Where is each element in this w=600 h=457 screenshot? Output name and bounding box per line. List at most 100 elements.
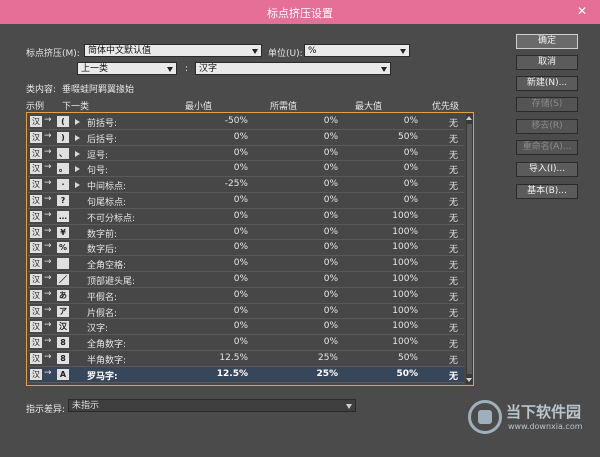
priority-value[interactable]: 无 (428, 163, 458, 176)
table-row[interactable]: 汉→|行尾:0%0%0%2 (28, 383, 464, 385)
priority-value[interactable]: 无 (428, 337, 458, 350)
priority-value[interactable]: 无 (428, 227, 458, 240)
scroll-down-icon[interactable] (466, 378, 472, 382)
priority-value[interactable]: 无 (428, 353, 458, 366)
min-value[interactable]: 0% (183, 163, 248, 173)
class2-select[interactable]: 汉字 (195, 62, 391, 75)
required-value[interactable]: 0% (273, 211, 338, 221)
expand-triangle-icon[interactable] (75, 150, 80, 157)
priority-value[interactable]: 无 (428, 179, 458, 192)
expand-triangle-icon[interactable] (75, 182, 80, 189)
priority-value[interactable]: 无 (428, 290, 458, 303)
max-value[interactable]: 100% (353, 227, 418, 237)
table-row[interactable]: 汉 → ／ 顶部避头尾: 0% 0% 100% 无 (28, 272, 464, 288)
max-value[interactable]: 0% (353, 163, 418, 173)
min-value[interactable]: 0% (183, 274, 248, 284)
min-value[interactable]: 0% (183, 211, 248, 221)
max-value[interactable]: 100% (353, 242, 418, 252)
cancel-button[interactable]: 取消 (516, 55, 578, 70)
table-row[interactable]: 汉 → ¥ 数字前: 0% 0% 100% 无 (28, 225, 464, 241)
required-value[interactable]: 0% (273, 306, 338, 316)
priority-value[interactable]: 无 (428, 321, 458, 334)
required-value[interactable]: 0% (273, 290, 338, 300)
priority-value[interactable]: 无 (428, 258, 458, 271)
unit-select[interactable]: % (304, 44, 410, 57)
required-value[interactable]: 0% (273, 274, 338, 284)
max-value[interactable]: 0% (353, 179, 418, 189)
priority-value[interactable]: 无 (428, 195, 458, 208)
table-row[interactable]: 汉 → 全角空格: 0% 0% 100% 无 (28, 256, 464, 272)
required-value[interactable]: 0% (273, 116, 338, 126)
table-row[interactable]: 汉 →% 数字后: 0% 0% 100% 无 (28, 240, 464, 257)
required-value[interactable]: 0% (273, 227, 338, 237)
import-button[interactable]: 导入(I)... (516, 162, 578, 177)
required-value[interactable]: 0% (273, 195, 338, 205)
max-value[interactable]: 100% (353, 321, 418, 331)
priority-value[interactable]: 无 (428, 274, 458, 287)
indicator-select[interactable]: 未指示 (68, 399, 356, 412)
min-value[interactable]: 0% (183, 258, 248, 268)
table-row[interactable]: 汉 → · 中间标点: -25% 0% 0% 无 (28, 177, 464, 193)
max-value[interactable]: 100% (353, 258, 418, 268)
max-value[interactable]: 50% (353, 132, 418, 142)
scroll-up-icon[interactable] (466, 116, 472, 120)
table-row[interactable]: 汉 →? 句尾标点: 0% 0% 0% 无 (28, 193, 464, 209)
mojikumi-select[interactable]: 简体中文默认值 (84, 44, 262, 57)
table-row[interactable]: 汉 → 汉汉字: 0% 0% 100% 无 (28, 319, 464, 336)
table-row[interactable]: 汉 → … 不可分标点: 0% 0% 100% 无 (28, 209, 464, 225)
priority-value[interactable]: 无 (428, 148, 458, 161)
table-row[interactable]: 汉 → A 罗马字: 12.5% 25% 50% 无 (28, 366, 464, 383)
rename-button[interactable]: 重命名(A)... (516, 140, 578, 155)
min-value[interactable]: -50% (183, 116, 248, 126)
expand-triangle-icon[interactable] (75, 166, 80, 173)
expand-triangle-icon[interactable] (75, 134, 80, 141)
required-value[interactable]: 0% (273, 242, 338, 252)
required-value[interactable]: 25% (273, 353, 338, 363)
min-value[interactable]: 0% (183, 132, 248, 142)
scroll-thumb[interactable] (467, 124, 472, 374)
max-value[interactable]: 100% (353, 290, 418, 300)
priority-value[interactable]: 无 (428, 242, 458, 255)
table-row[interactable]: 汉 → 8 半角数字: 12.5% 25% 50% 无 (28, 351, 464, 367)
min-value[interactable]: 0% (183, 321, 248, 331)
priority-value[interactable]: 无 (428, 116, 458, 129)
max-value[interactable]: 0% (353, 148, 418, 158)
min-value[interactable]: 0% (183, 290, 248, 300)
required-value[interactable]: 25% (273, 369, 338, 379)
max-value[interactable]: 100% (353, 274, 418, 284)
min-value[interactable]: 0% (183, 242, 248, 252)
max-value[interactable]: 100% (353, 211, 418, 221)
remove-button[interactable]: 移去(R) (516, 119, 578, 134)
required-value[interactable]: 0% (273, 148, 338, 158)
min-value[interactable]: 0% (183, 306, 248, 316)
max-value[interactable]: 0% (353, 195, 418, 205)
min-value[interactable]: 0% (183, 148, 248, 158)
priority-value[interactable]: 无 (428, 211, 458, 224)
required-value[interactable]: 0% (273, 163, 338, 173)
min-value[interactable]: 0% (183, 227, 248, 237)
table-row[interactable]: 汉 → あ 平假名: 0% 0% 100% 无 (28, 288, 464, 304)
max-value[interactable]: 50% (353, 353, 418, 363)
required-value[interactable]: 0% (273, 337, 338, 347)
priority-value[interactable]: 无 (428, 369, 458, 382)
save-button[interactable]: 存储(S) (516, 97, 578, 112)
max-value[interactable]: 100% (353, 306, 418, 316)
table-row[interactable]: 汉 → ア 片假名: 0% 0% 100% 无 (28, 304, 464, 320)
min-value[interactable]: 0% (183, 337, 248, 347)
table-row[interactable]: 汉 → 。 句号: 0% 0% 0% 无 (28, 161, 464, 178)
close-icon[interactable]: ✕ (574, 4, 590, 18)
max-value[interactable]: 0% (353, 116, 418, 126)
required-value[interactable]: 0% (273, 132, 338, 142)
required-value[interactable]: 0% (273, 258, 338, 268)
min-value[interactable]: 0% (183, 195, 248, 205)
min-value[interactable]: -25% (183, 179, 248, 189)
required-value[interactable]: 0% (273, 179, 338, 189)
min-value[interactable]: 12.5% (183, 369, 248, 379)
max-value[interactable]: 100% (353, 337, 418, 347)
min-value[interactable]: 12.5% (183, 353, 248, 363)
table-row[interactable]: 汉 → (前括号: -50% 0% 0% 无 (28, 114, 464, 130)
max-value[interactable]: 50% (353, 369, 418, 379)
table-row[interactable]: 汉 → 8 全角数字: 0% 0% 100% 无 (28, 335, 464, 351)
priority-value[interactable]: 无 (428, 132, 458, 145)
expand-triangle-icon[interactable] (75, 119, 80, 125)
